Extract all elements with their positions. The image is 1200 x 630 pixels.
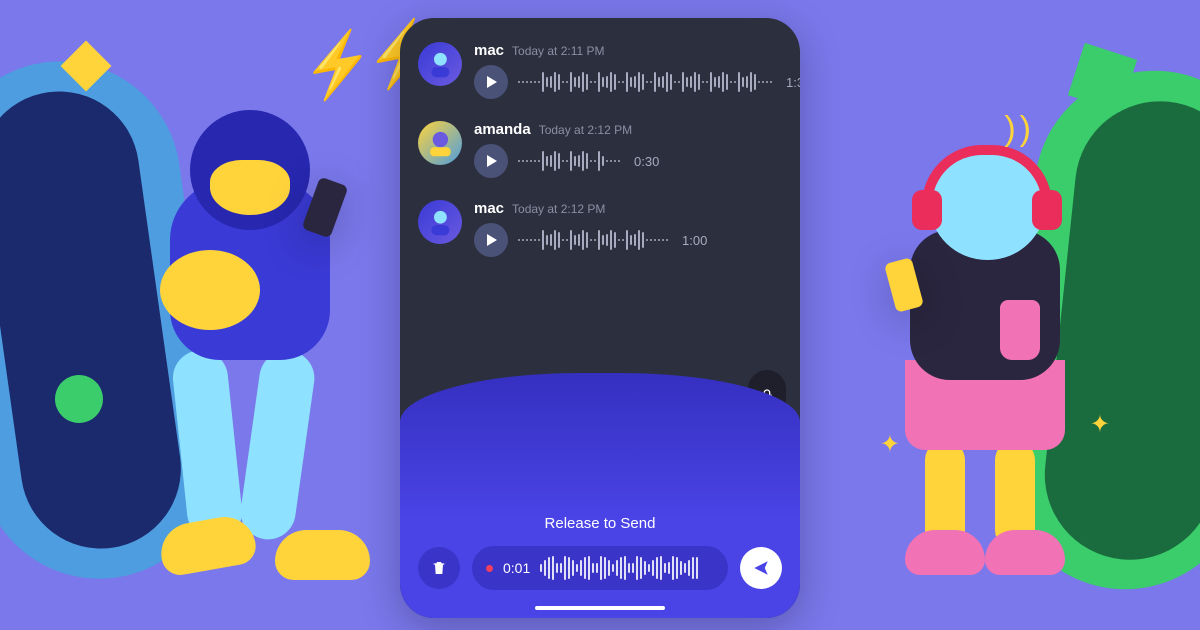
waveform[interactable]: [518, 67, 772, 97]
timestamp: Today at 2:12 PM: [512, 202, 605, 216]
play-button[interactable]: [474, 144, 508, 178]
duration: 1:30: [786, 75, 800, 90]
voice-message: amanda Today at 2:12 PM 0:30: [418, 121, 782, 178]
burst-icon: )): [1004, 110, 1035, 149]
username: mac: [474, 200, 504, 217]
release-prompt: Release to Send: [545, 515, 656, 532]
send-button[interactable]: [740, 547, 782, 589]
voice-message: mac Today at 2:12 PM 1:00: [418, 200, 782, 257]
duration: 0:30: [634, 154, 659, 169]
play-button[interactable]: [474, 65, 508, 99]
decor-circle: [55, 375, 103, 423]
recording-dot-icon: [486, 565, 493, 572]
phone-mockup: mac Today at 2:11 PM 1:30 amanda: [400, 18, 800, 618]
record-overlay: Release to Send 0:01: [400, 373, 800, 618]
waveform[interactable]: [518, 146, 620, 176]
duration: 1:00: [682, 233, 707, 248]
delete-recording-button[interactable]: [418, 547, 460, 589]
play-button[interactable]: [474, 223, 508, 257]
avatar[interactable]: [418, 121, 462, 165]
character-right-illustration: [880, 130, 1100, 590]
live-waveform: [540, 553, 714, 583]
sparkle-icon: ✦: [1090, 410, 1110, 439]
timestamp: Today at 2:12 PM: [539, 123, 632, 137]
username: mac: [474, 42, 504, 59]
avatar[interactable]: [418, 42, 462, 86]
avatar[interactable]: [418, 200, 462, 244]
recording-pill: 0:01: [472, 546, 728, 590]
waveform[interactable]: [518, 225, 668, 255]
sparkle-icon: ✦: [880, 430, 900, 459]
username: amanda: [474, 121, 531, 138]
timestamp: Today at 2:11 PM: [512, 44, 605, 58]
message-list: mac Today at 2:11 PM 1:30 amanda: [400, 18, 800, 267]
voice-message: mac Today at 2:11 PM 1:30: [418, 42, 782, 99]
recording-elapsed: 0:01: [503, 560, 530, 576]
character-left-illustration: [120, 100, 380, 580]
home-indicator[interactable]: [535, 606, 665, 610]
